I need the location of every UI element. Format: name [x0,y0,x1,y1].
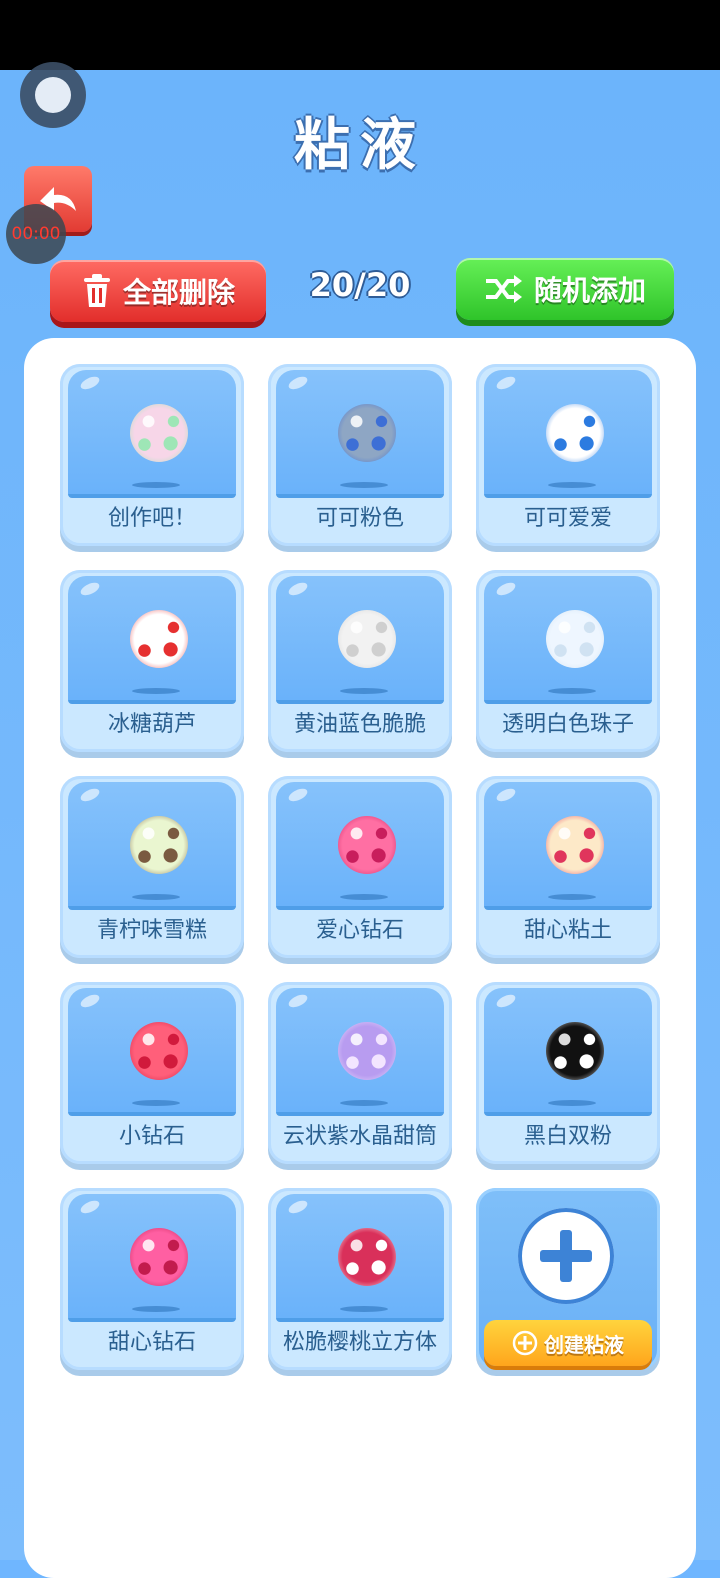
shuffle-icon [485,275,522,303]
slime-name: 松脆樱桃立方体 [282,1330,437,1355]
record-timer: 00:00 [6,204,66,264]
slime-preview [484,370,652,498]
slime-shadow [548,688,596,694]
slime-shadow [340,1100,388,1106]
slime-card[interactable]: 可可粉色 [268,364,452,546]
slime-preview [68,370,236,498]
slime-shadow [340,894,388,900]
slime-preview [276,1194,444,1322]
slime-ball [546,404,604,462]
slime-name: 创作吧！ [107,506,196,531]
delete-all-button[interactable]: 全部删除 [50,260,266,322]
page-title: 粘液 [294,113,426,178]
slime-shadow [548,1100,596,1106]
slime-ball [130,816,188,874]
slime-card[interactable]: 甜心粘土 [476,776,660,958]
create-slime-button[interactable]: 创建粘液 [484,1320,652,1366]
slime-shadow [132,688,180,694]
slime-card[interactable]: 云状紫水晶甜筒 [268,982,452,1164]
slime-name: 小钻石 [118,1124,185,1149]
slime-name: 甜心钻石 [107,1330,196,1355]
slime-shadow [132,894,180,900]
slime-ball [338,404,396,462]
slime-preview [68,1194,236,1322]
add-slime-button[interactable] [518,1208,614,1304]
slime-name: 甜心粘土 [523,918,612,943]
slime-shadow [548,894,596,900]
slime-preview [276,988,444,1116]
slime-shadow [132,1306,180,1312]
slime-card[interactable]: 青柠味雪糕 [60,776,244,958]
slime-preview [68,988,236,1116]
slime-card[interactable]: 透明白色珠子 [476,570,660,752]
slime-count: 20/20 [309,266,411,304]
slime-name: 青柠味雪糕 [96,918,207,943]
random-add-button[interactable]: 随机添加 [456,258,674,320]
delete-all-label: 全部删除 [122,276,235,309]
slime-shadow [340,1306,388,1312]
slime-card[interactable]: 冰糖葫芦 [60,570,244,752]
slime-card[interactable]: 小钻石 [60,982,244,1164]
slime-card[interactable]: 创作吧！ [60,364,244,546]
slime-preview [276,782,444,910]
slime-name: 爱心钻石 [315,918,404,943]
slime-name: 冰糖葫芦 [107,712,196,737]
slime-preview [276,576,444,704]
slime-name: 黄油蓝色脆脆 [293,712,426,737]
slime-ball [130,404,188,462]
slime-preview [484,988,652,1116]
slime-card[interactable]: 可可爱爱 [476,364,660,546]
slime-preview [68,576,236,704]
slime-grid: 创作吧！ 可可粉色 可可爱爱 冰糖葫芦 黄油蓝色脆脆 透明白色珠子 青柠味雪糕 … [60,364,664,1370]
slime-shadow [340,688,388,694]
slime-shadow [132,1100,180,1106]
slime-preview [484,782,652,910]
slime-ball [546,816,604,874]
slime-shadow [548,482,596,488]
slime-ball [338,610,396,668]
slime-name: 云状紫水晶甜筒 [282,1124,437,1149]
slime-card[interactable]: 黑白双粉 [476,982,660,1164]
plus-circle-icon [512,1330,538,1356]
create-slime-label: 创建粘液 [544,1332,624,1357]
slime-ball [338,1228,396,1286]
slime-ball [130,610,188,668]
slime-card[interactable]: 黄油蓝色脆脆 [268,570,452,752]
slime-ball [130,1228,188,1286]
status-bar [0,0,720,70]
slime-ball [546,610,604,668]
slime-ball [338,1022,396,1080]
slime-preview [276,370,444,498]
slime-name: 黑白双粉 [523,1124,612,1149]
plus-icon [540,1230,592,1282]
slime-preview [484,576,652,704]
slime-name: 透明白色珠子 [501,712,634,737]
create-slime-card[interactable]: 创建粘液 [476,1188,660,1370]
trash-icon [83,274,110,307]
slime-card[interactable]: 甜心钻石 [60,1188,244,1370]
slime-ball [130,1022,188,1080]
slime-name: 可可爱爱 [523,506,612,531]
random-add-label: 随机添加 [533,274,646,307]
slime-ball [338,816,396,874]
slime-card[interactable]: 爱心钻石 [268,776,452,958]
slime-ball [546,1022,604,1080]
slime-preview [68,782,236,910]
slime-card[interactable]: 松脆樱桃立方体 [268,1188,452,1370]
slime-shadow [340,482,388,488]
slime-shadow [132,482,180,488]
slime-name: 可可粉色 [315,506,404,531]
